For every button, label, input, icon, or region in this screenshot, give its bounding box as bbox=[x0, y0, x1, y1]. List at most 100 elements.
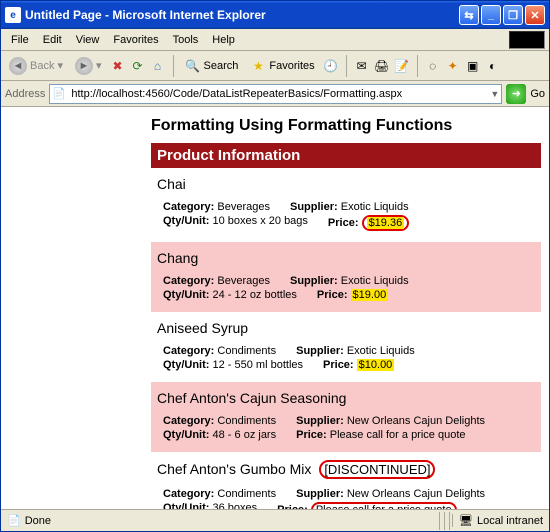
refresh-button[interactable]: ⟳ bbox=[130, 58, 146, 74]
price-annotation: $19.36 bbox=[362, 215, 410, 231]
product-name: Chef Anton's Gumbo Mix [DISCONTINUED] bbox=[157, 456, 535, 487]
qtyunit-label: Qty/Unit: bbox=[163, 429, 209, 441]
search-button[interactable]: 🔍 Search bbox=[181, 56, 243, 76]
ext-button-3[interactable]: ▣ bbox=[465, 58, 481, 74]
product-item: Chef Anton's Gumbo Mix [DISCONTINUED]Cat… bbox=[151, 452, 541, 509]
done-icon: 📄 bbox=[7, 514, 21, 527]
favorites-button[interactable]: ★ Favorites bbox=[246, 56, 318, 76]
product-name: Aniseed Syrup bbox=[157, 316, 535, 344]
category-label: Category: bbox=[163, 488, 214, 500]
qtyunit-value: 12 - 550 ml bottles bbox=[213, 359, 304, 371]
titlebar: e Untitled Page - Microsoft Internet Exp… bbox=[1, 1, 549, 29]
stop-button[interactable]: ✖ bbox=[110, 58, 126, 74]
content-area: Formatting Using Formatting Functions Pr… bbox=[1, 107, 549, 509]
supplier-value: Exotic Liquids bbox=[341, 275, 409, 287]
supplier-label: Supplier: bbox=[296, 415, 344, 427]
zone-text: Local intranet bbox=[477, 515, 543, 527]
history-button[interactable]: 🕘 bbox=[323, 58, 339, 74]
minimize-button[interactable]: _ bbox=[481, 5, 501, 25]
supplier-label: Supplier: bbox=[290, 275, 338, 287]
price-highlight: $19.00 bbox=[351, 289, 389, 301]
category-label: Category: bbox=[163, 415, 214, 427]
ext-button-1[interactable]: ◌ bbox=[425, 58, 441, 74]
restore-button[interactable]: ❐ bbox=[503, 5, 523, 25]
back-button[interactable]: ◄ Back ▾ bbox=[5, 55, 67, 77]
menu-help[interactable]: Help bbox=[206, 32, 241, 48]
address-input[interactable] bbox=[69, 87, 490, 101]
zone-icon: 🖥 bbox=[459, 514, 473, 527]
product-item: ChaiCategory: BeveragesSupplier: Exotic … bbox=[151, 168, 541, 242]
product-name: Chef Anton's Cajun Seasoning bbox=[157, 386, 535, 414]
statusbar: 📄 Done 🖥 Local intranet bbox=[1, 509, 549, 531]
menu-view[interactable]: View bbox=[70, 32, 106, 48]
price-label: Price: bbox=[323, 359, 354, 371]
dropdown-icon[interactable]: ▼ bbox=[490, 89, 499, 99]
forward-icon: ► bbox=[75, 57, 93, 75]
menu-edit[interactable]: Edit bbox=[37, 32, 68, 48]
edit-button[interactable]: 📝 bbox=[394, 58, 410, 74]
address-input-wrap[interactable]: 📄 ▼ bbox=[49, 84, 502, 104]
price-label: Price: bbox=[328, 217, 359, 229]
ie-icon: e bbox=[5, 7, 21, 23]
category-label: Category: bbox=[163, 201, 214, 213]
price-label: Price: bbox=[317, 289, 348, 301]
product-name: Chai bbox=[157, 172, 535, 200]
mail-button[interactable]: ✉ bbox=[354, 58, 370, 74]
supplier-value: New Orleans Cajun Delights bbox=[347, 488, 485, 500]
forward-button[interactable]: ► ▾ bbox=[71, 55, 106, 77]
category-value: Condiments bbox=[217, 488, 276, 500]
price-highlight: $19.36 bbox=[367, 217, 405, 229]
qtyunit-value: 36 boxes bbox=[213, 502, 258, 509]
window-title: Untitled Page - Microsoft Internet Explo… bbox=[25, 8, 459, 22]
supplier-value: Exotic Liquids bbox=[341, 201, 409, 213]
qtyunit-label: Qty/Unit: bbox=[163, 502, 209, 509]
category-label: Category: bbox=[163, 275, 214, 287]
sys-button[interactable]: ⇆ bbox=[459, 5, 479, 25]
price-value: Please call for a price quote bbox=[330, 429, 466, 441]
close-button[interactable]: ✕ bbox=[525, 5, 545, 25]
product-item: Chef Anton's Cajun SeasoningCategory: Co… bbox=[151, 382, 541, 452]
page-title: Formatting Using Formatting Functions bbox=[151, 117, 541, 135]
dropdown-icon: ▾ bbox=[96, 59, 102, 72]
product-item: ChangCategory: Beverages Supplier: Exotic… bbox=[151, 242, 541, 312]
qtyunit-label: Qty/Unit: bbox=[163, 359, 209, 371]
price-annotation: Please call for a price quote bbox=[311, 502, 457, 509]
print-button[interactable]: 🖨 bbox=[374, 58, 390, 74]
back-label: Back bbox=[30, 60, 54, 72]
menu-tools[interactable]: Tools bbox=[167, 32, 205, 48]
page-icon: 📄 bbox=[52, 87, 66, 101]
qtyunit-label: Qty/Unit: bbox=[163, 289, 209, 301]
qtyunit-value: 48 - 6 oz jars bbox=[213, 429, 277, 441]
category-value: Condiments bbox=[217, 345, 276, 357]
product-name: Chang bbox=[157, 246, 535, 274]
discontinued-badge: [DISCONTINUED] bbox=[319, 460, 435, 479]
supplier-label: Supplier: bbox=[296, 488, 344, 500]
price-highlight: $10.00 bbox=[357, 359, 395, 371]
throbber-icon bbox=[509, 31, 545, 49]
supplier-label: Supplier: bbox=[296, 345, 344, 357]
ext-button-2[interactable]: ✦ bbox=[445, 58, 461, 74]
price-value: $19.36 bbox=[362, 217, 410, 229]
address-label: Address bbox=[5, 88, 45, 100]
favorites-label: Favorites bbox=[269, 60, 314, 72]
home-button[interactable]: ⌂ bbox=[150, 58, 166, 74]
go-label: Go bbox=[530, 88, 545, 100]
category-value: Condiments bbox=[217, 415, 276, 427]
qtyunit-value: 10 boxes x 20 bags bbox=[213, 215, 308, 227]
menu-file[interactable]: File bbox=[5, 32, 35, 48]
menubar: File Edit View Favorites Tools Help bbox=[1, 29, 549, 51]
price-value: $19.00 bbox=[351, 289, 389, 301]
menu-favorites[interactable]: Favorites bbox=[107, 32, 164, 48]
category-label: Category: bbox=[163, 345, 214, 357]
qtyunit-value: 24 - 12 oz bottles bbox=[213, 289, 297, 301]
back-icon: ◄ bbox=[9, 57, 27, 75]
address-bar: Address 📄 ▼ ➜ Go bbox=[1, 81, 549, 107]
price-value: $10.00 bbox=[357, 359, 395, 371]
ext-button-4[interactable]: ◐ bbox=[485, 58, 501, 74]
category-value: Beverages bbox=[217, 275, 270, 287]
category-value: Beverages bbox=[217, 201, 270, 213]
search-label: Search bbox=[204, 60, 239, 72]
go-button[interactable]: ➜ bbox=[506, 84, 526, 104]
section-header: Product Information bbox=[151, 143, 541, 168]
supplier-value: New Orleans Cajun Delights bbox=[347, 415, 485, 427]
